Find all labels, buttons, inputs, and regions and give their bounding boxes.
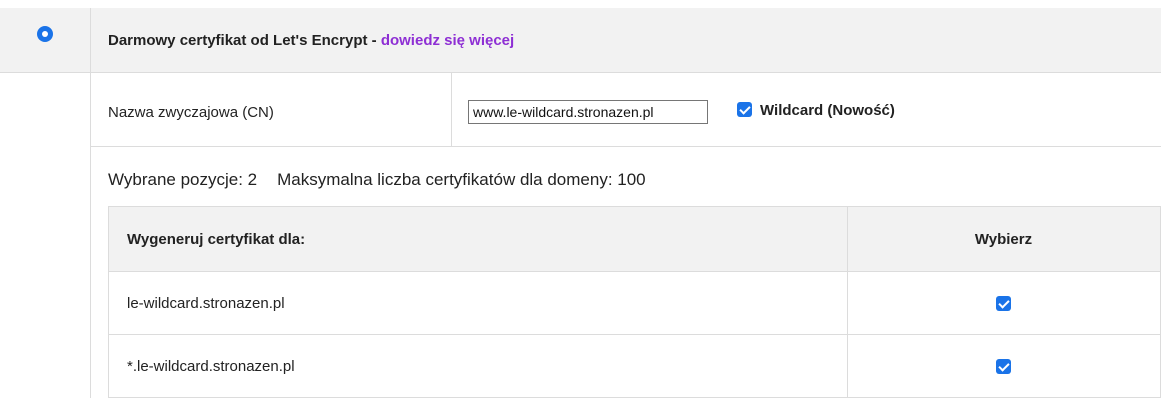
domain-select-checkbox[interactable] <box>996 296 1011 312</box>
letsencrypt-radio[interactable] <box>37 26 53 42</box>
max-certificates-text: Maksymalna liczba certyfikatów dla domen… <box>277 170 646 189</box>
table-header-row: Wygeneruj certyfikat dla: Wybierz <box>108 206 1161 272</box>
common-name-label: Nazwa zwyczajowa (CN) <box>108 104 274 121</box>
wildcard-label: Wildcard (Nowość) <box>760 102 895 119</box>
left-column <box>0 8 91 398</box>
common-name-input[interactable] <box>468 100 708 124</box>
certificate-domains-table: Wygeneruj certyfikat dla: Wybierz le-wil… <box>108 206 1161 398</box>
certificate-option-title: Darmowy certyfikat od Let's Encrypt - do… <box>108 32 514 49</box>
common-name-row: Nazwa zwyczajowa (CN) Wildcard (Nowość) <box>91 73 1161 147</box>
column-header-select: Wybierz <box>847 206 1161 272</box>
wildcard-option[interactable]: Wildcard (Nowość) <box>737 102 895 119</box>
selection-summary: Wybrane pozycje: 2 Maksymalna liczba cert… <box>108 170 646 190</box>
wildcard-checkbox[interactable] <box>737 102 752 118</box>
select-cell <box>847 334 1161 398</box>
domain-cell: le-wildcard.stronazen.pl <box>108 271 848 335</box>
domain-cell: *.le-wildcard.stronazen.pl <box>108 334 848 398</box>
table-row: le-wildcard.stronazen.pl <box>108 271 1161 335</box>
table-row: *.le-wildcard.stronazen.pl <box>108 334 1161 398</box>
selected-count-text: Wybrane pozycje: 2 <box>108 170 258 189</box>
select-cell <box>847 271 1161 335</box>
certificate-option-label: Darmowy certyfikat od Let's Encrypt - <box>108 32 381 49</box>
cn-divider <box>451 73 452 146</box>
column-header-domain: Wygeneruj certyfikat dla: <box>108 206 848 272</box>
learn-more-link[interactable]: dowiedz się więcej <box>381 32 514 49</box>
domain-select-checkbox[interactable] <box>996 359 1011 375</box>
